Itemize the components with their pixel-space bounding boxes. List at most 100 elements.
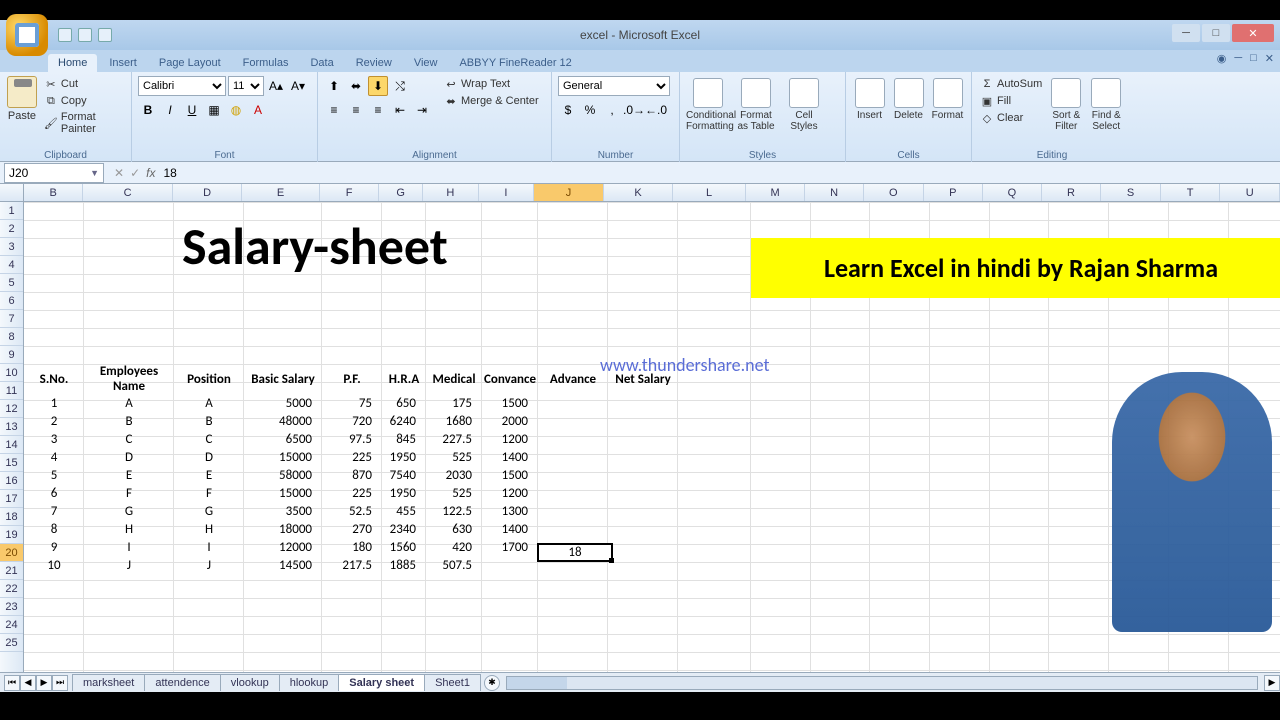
table-cell[interactable]: 1200 [482,484,538,502]
table-cell[interactable]: A [84,394,174,412]
scroll-thumb[interactable] [507,677,567,689]
sheet-tab-salary-sheet[interactable]: Salary sheet [338,674,425,691]
decrease-indent-button[interactable]: ⇤ [390,100,410,120]
table-cell[interactable]: B [174,412,244,430]
table-cell[interactable]: E [84,466,174,484]
tab-page-layout[interactable]: Page Layout [149,54,231,72]
col-header-D[interactable]: D [173,184,243,201]
table-cell[interactable] [538,520,608,538]
table-cell[interactable] [538,412,608,430]
first-sheet-button[interactable]: ⏮ [4,675,20,691]
copy-button[interactable]: ⧉Copy [42,93,125,109]
format-painter-button[interactable]: 🖌Format Painter [42,110,125,136]
bold-button[interactable]: B [138,100,158,120]
col-header-F[interactable]: F [320,184,380,201]
minimize-button[interactable]: ─ [1172,24,1200,42]
format-cells-button[interactable]: Format [930,76,965,121]
cell-styles-button[interactable]: Cell Styles [782,76,826,132]
table-cell[interactable]: 58000 [244,466,322,484]
table-cell[interactable]: 15000 [244,448,322,466]
col-header-U[interactable]: U [1220,184,1280,201]
prev-sheet-button[interactable]: ◀ [20,675,36,691]
row-header-4[interactable]: 4 [0,256,23,274]
table-cell[interactable] [482,556,538,574]
sheet-tab-attendence[interactable]: attendence [144,674,220,691]
orientation-button[interactable]: ⤭ [390,76,410,96]
tab-insert[interactable]: Insert [99,54,147,72]
col-header-G[interactable]: G [379,184,423,201]
qat-redo-icon[interactable] [98,28,112,42]
fx-icon[interactable]: fx [146,166,155,180]
table-cell[interactable]: 3 [24,430,84,448]
table-cell[interactable] [608,430,678,448]
table-cell[interactable]: H [84,520,174,538]
qat-save-icon[interactable] [58,28,72,42]
row-header-18[interactable]: 18 [0,508,23,526]
italic-button[interactable]: I [160,100,180,120]
table-cell[interactable] [538,466,608,484]
table-cell[interactable]: C [174,430,244,448]
table-cell[interactable]: 650 [382,394,426,412]
table-cell[interactable]: 525 [426,484,482,502]
col-header-I[interactable]: I [479,184,535,201]
table-cell[interactable]: A [174,394,244,412]
table-cell[interactable]: 12000 [244,538,322,556]
select-all-corner[interactable] [0,184,24,201]
table-cell[interactable]: 525 [426,448,482,466]
align-top-button[interactable]: ⬆ [324,76,344,96]
table-cell[interactable]: 10 [24,556,84,574]
row-header-21[interactable]: 21 [0,562,23,580]
table-cell[interactable]: 720 [322,412,382,430]
row-header-25[interactable]: 25 [0,634,23,652]
close-button[interactable]: ✕ [1232,24,1274,42]
table-cell[interactable] [538,484,608,502]
number-format-select[interactable]: General [558,76,670,96]
col-header-K[interactable]: K [604,184,674,201]
table-cell[interactable]: F [174,484,244,502]
row-header-24[interactable]: 24 [0,616,23,634]
table-cell[interactable]: F [84,484,174,502]
sheet-tab-hlookup[interactable]: hlookup [279,674,340,691]
paste-button[interactable]: Paste [6,76,38,122]
format-as-table-button[interactable]: Format as Table [734,76,778,132]
table-cell[interactable]: H [174,520,244,538]
row-header-12[interactable]: 12 [0,400,23,418]
row-header-3[interactable]: 3 [0,238,23,256]
row-header-23[interactable]: 23 [0,598,23,616]
formula-bar-input[interactable] [161,164,1061,182]
conditional-formatting-button[interactable]: Conditional Formatting [686,76,730,132]
table-cell[interactable]: 52.5 [322,502,382,520]
col-header-T[interactable]: T [1161,184,1221,201]
table-cell[interactable] [608,412,678,430]
row-header-15[interactable]: 15 [0,454,23,472]
align-left-button[interactable]: ≡ [324,100,344,120]
comma-button[interactable]: , [602,100,622,120]
col-header-R[interactable]: R [1042,184,1102,201]
col-header-H[interactable]: H [423,184,479,201]
enter-formula-icon[interactable]: ✓ [130,166,140,180]
table-cell[interactable]: 1560 [382,538,426,556]
find-select-button[interactable]: Find & Select [1088,76,1124,132]
col-header-O[interactable]: O [864,184,924,201]
table-cell[interactable]: 845 [382,430,426,448]
row-header-2[interactable]: 2 [0,220,23,238]
table-cell[interactable]: 5000 [244,394,322,412]
table-cell[interactable]: 122.5 [426,502,482,520]
sheet-tab-sheet1[interactable]: Sheet1 [424,674,481,691]
table-cell[interactable]: 175 [426,394,482,412]
qat-undo-icon[interactable] [78,28,92,42]
help-icon[interactable]: ◉ [1217,52,1227,65]
name-box[interactable]: J20▼ [4,163,104,183]
increase-indent-button[interactable]: ⇥ [412,100,432,120]
autosum-button[interactable]: ΣAutoSum [978,76,1044,92]
table-cell[interactable]: 4 [24,448,84,466]
col-header-B[interactable]: B [24,184,84,201]
table-cell[interactable]: D [174,448,244,466]
last-sheet-button[interactable]: ⏭ [52,675,68,691]
row-header-19[interactable]: 19 [0,526,23,544]
table-cell[interactable]: 180 [322,538,382,556]
table-cell[interactable]: 2030 [426,466,482,484]
table-cell[interactable]: 1950 [382,484,426,502]
row-header-6[interactable]: 6 [0,292,23,310]
table-cell[interactable]: J [174,556,244,574]
